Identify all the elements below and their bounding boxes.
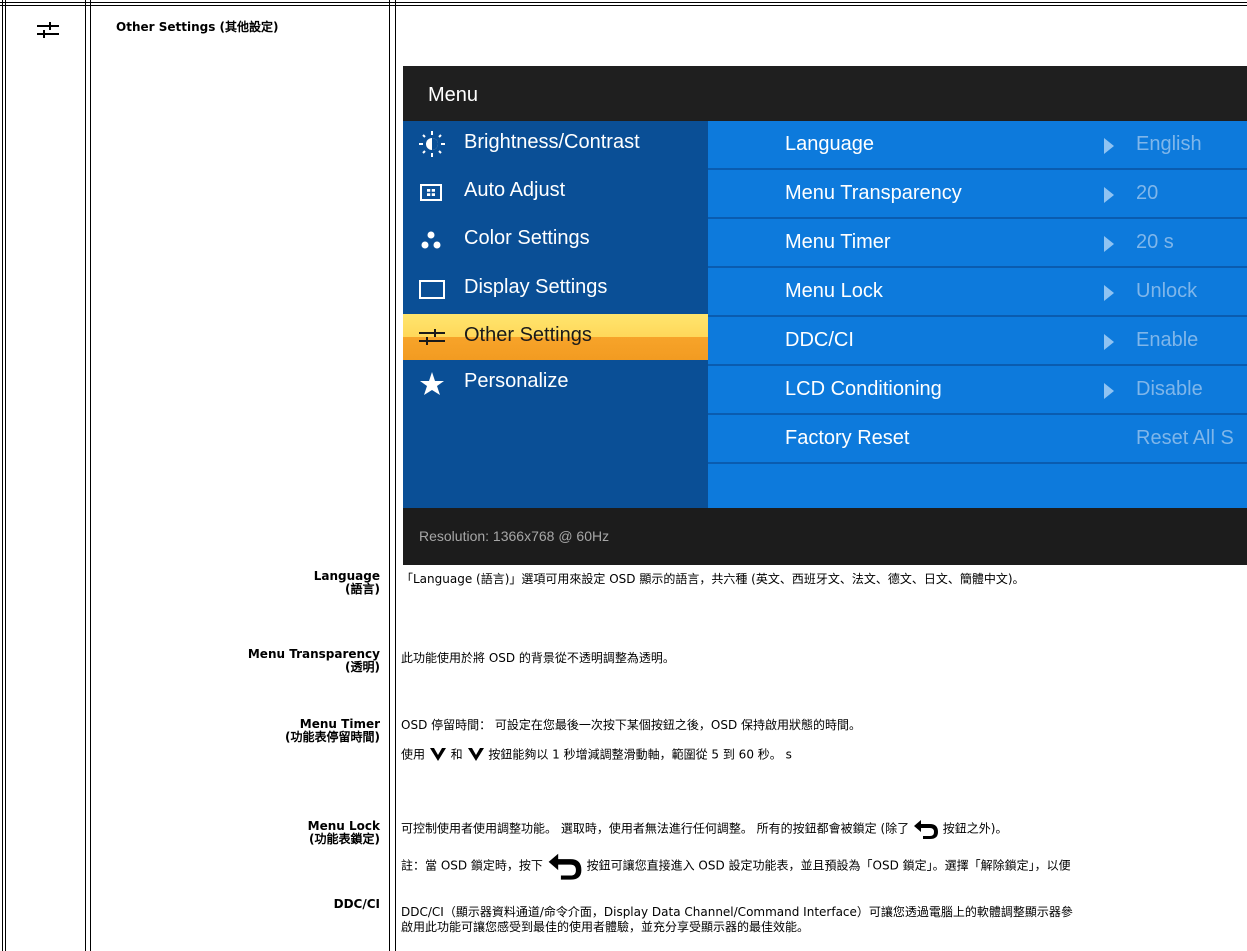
option-value: English <box>1136 133 1202 155</box>
arrow-right-icon <box>1104 285 1114 301</box>
osd-header: Menu <box>403 66 1247 121</box>
desc-menu-lock-note: 註：當 OSD 鎖定時，按下 按鈕可讓您直接進入 OSD 設定功能表，並且預設為… <box>401 851 1071 881</box>
option-row-menu-transparency: Menu Transparency 20 <box>708 170 1247 219</box>
term-label: DDC/CI <box>333 897 380 911</box>
column-divider <box>90 0 91 951</box>
term-menu-lock: Menu Lock (功能表鎖定) <box>308 820 380 846</box>
arrow-right-icon <box>1104 334 1114 350</box>
osd-footer: Resolution: 1366x768 @ 60Hz <box>403 508 1247 565</box>
osd-title: Menu <box>428 84 479 106</box>
osd-options-panel: Language English Menu Transparency 20 Me… <box>708 121 1247 508</box>
menu-item-label: Brightness/Contrast <box>464 131 640 153</box>
table-border-top-inner <box>0 5 1247 6</box>
option-row-ddc-ci: DDC/CI Enable <box>708 317 1247 366</box>
back-icon <box>913 820 938 839</box>
color-settings-icon <box>417 226 447 254</box>
menu-item-label: Auto Adjust <box>464 179 566 201</box>
desc-menu-timer-buttons: 使用 和 按鈕能夠以 1 秒增減調整滑動軸，範圍從 5 到 60 秒。 s <box>401 747 792 763</box>
arrow-right-icon <box>1104 187 1114 203</box>
menu-item-auto-adjust: Auto Adjust <box>403 169 708 215</box>
other-settings-icon <box>36 18 60 42</box>
term-menu-timer: Menu Timer (功能表停留時間) <box>285 718 380 744</box>
column-divider <box>395 0 396 951</box>
arrow-right-icon <box>1104 383 1114 399</box>
table-border-top <box>0 2 1247 3</box>
other-settings-icon <box>417 323 447 351</box>
term-label-zh: (功能表鎖定) <box>309 832 380 846</box>
brightness-icon <box>417 130 447 158</box>
option-row-menu-lock: Menu Lock Unlock <box>708 268 1247 317</box>
option-label: Menu Transparency <box>785 182 962 204</box>
desc-text: 可控制使用者使用調整功能。 選取時，使用者無法進行任何調整。 所有的按鈕都會被鎖… <box>401 821 910 836</box>
option-label: LCD Conditioning <box>785 378 942 400</box>
option-value: Unlock <box>1136 280 1198 302</box>
display-settings-icon <box>417 275 447 303</box>
option-label: Menu Lock <box>785 280 883 302</box>
term-label-zh: (透明) <box>345 660 380 674</box>
back-icon <box>548 853 582 880</box>
desc-text: 按鈕之外)。 <box>942 821 1008 836</box>
column-divider <box>85 0 86 951</box>
menu-item-label: Display Settings <box>464 276 608 298</box>
term-label-zh: (功能表停留時間) <box>285 730 380 744</box>
option-label: Factory Reset <box>785 427 910 449</box>
desc-language: 「Language (語言)」選項可用來設定 OSD 顯示的語言，共六種 (英文… <box>401 572 1025 586</box>
option-label: DDC/CI <box>785 329 854 351</box>
option-value: 20 s <box>1136 231 1174 253</box>
option-row-factory-reset: Factory Reset Reset All S <box>708 415 1247 464</box>
desc-text: 使用 <box>401 747 426 762</box>
resolution-text: Resolution: 1366x768 @ 60Hz <box>419 528 610 544</box>
option-value: Reset All S <box>1136 427 1234 449</box>
menu-item-personalize: Personalize <box>403 360 708 406</box>
menu-item-label: Color Settings <box>464 227 590 249</box>
desc-ddc-ci-2: 啟用此功能可讓您感受到最佳的使用者體驗，並充分享受顯示器的最佳效能。 <box>401 920 810 934</box>
option-label: Menu Timer <box>785 231 891 253</box>
menu-item-label: Personalize <box>464 370 569 392</box>
desc-ddc-ci: DDC/CI（顯示器資料通道/命令介面，Display Data Channel… <box>401 905 1073 919</box>
desc-text: 和 <box>450 747 463 762</box>
term-label-zh: (語言) <box>345 582 380 596</box>
menu-item-other-settings: Other Settings <box>403 314 708 360</box>
desc-menu-lock: 可控制使用者使用調整功能。 選取時，使用者無法進行任何調整。 所有的按鈕都會被鎖… <box>401 818 1007 840</box>
menu-item-color-settings: Color Settings <box>403 217 708 263</box>
arrow-right-icon <box>1104 138 1114 154</box>
osd-screenshot: Menu Brightness/Contrast Auto Adjust Col… <box>403 66 1247 565</box>
option-value: Disable <box>1136 378 1203 400</box>
desc-text: 按鈕能夠以 1 秒增減調整滑動軸，範圍從 5 到 60 秒。 s <box>488 747 792 762</box>
term-menu-transparency: Menu Transparency (透明) <box>248 648 380 674</box>
arrow-right-icon <box>1104 236 1114 252</box>
menu-item-display-settings: Display Settings <box>403 266 708 312</box>
desc-menu-transparency: 此功能使用於將 OSD 的背景從不透明調整為透明。 <box>401 651 675 665</box>
menu-item-brightness-contrast: Brightness/Contrast <box>403 121 708 167</box>
desc-text: 註：當 OSD 鎖定時，按下 <box>401 858 543 873</box>
option-row-language: Language English <box>708 121 1247 170</box>
osd-menu-panel: Brightness/Contrast Auto Adjust Color Se… <box>403 121 708 508</box>
star-icon <box>417 369 447 397</box>
table-border-left <box>2 0 3 951</box>
desc-text: 按鈕可讓您直接進入 OSD 設定功能表，並且預設為「OSD 鎖定」。選擇「解除鎖… <box>586 858 1071 873</box>
option-row-lcd-conditioning: LCD Conditioning Disable <box>708 366 1247 415</box>
menu-item-label: Other Settings <box>464 324 592 346</box>
desc-menu-timer: OSD 停留時間： 可設定在您最後一次按下某個按鈕之後，OSD 保持啟用狀態的時… <box>401 718 862 732</box>
column-divider <box>389 0 390 951</box>
chevron-down-icon <box>467 748 484 761</box>
table-border-left-inner <box>5 0 6 951</box>
section-title: Other Settings (其他設定) <box>116 20 279 34</box>
option-label: Language <box>785 133 874 155</box>
option-value: 20 <box>1136 182 1159 204</box>
option-row-menu-timer: Menu Timer 20 s <box>708 219 1247 268</box>
option-value: Enable <box>1136 329 1199 351</box>
auto-adjust-icon <box>417 178 447 206</box>
chevron-down-icon <box>429 748 446 761</box>
term-ddc-ci: DDC/CI <box>334 898 380 911</box>
term-language: Language (語言) <box>314 570 380 596</box>
